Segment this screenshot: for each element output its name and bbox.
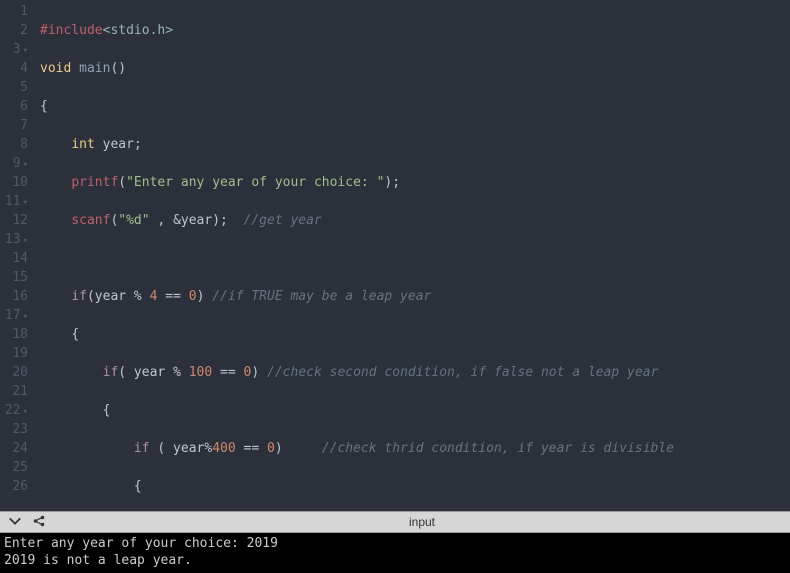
indent [40, 213, 71, 228]
code-token: ) [197, 289, 213, 304]
line-number: 1 [4, 2, 28, 21]
code-token: if [71, 289, 87, 304]
line-number: 25 [4, 458, 28, 477]
code-token: <stdio.h> [103, 23, 173, 38]
code-token: year; [95, 137, 142, 152]
indent [40, 403, 103, 418]
line-number: 15 [4, 268, 28, 287]
line-number: 19 [4, 344, 28, 363]
code-token: #include [40, 23, 103, 38]
code-token: "%d" [118, 213, 149, 228]
line-number: 24 [4, 439, 28, 458]
code-token: == [212, 365, 243, 380]
code-token: { [134, 479, 142, 494]
code-token: { [71, 327, 79, 342]
console-line: 2019 is not a leap year. [4, 552, 786, 569]
code-token: //check second condition, if false not a… [267, 365, 658, 380]
line-number[interactable]: 9 [4, 154, 28, 173]
chevron-down-icon[interactable] [8, 514, 22, 531]
line-number: 23 [4, 420, 28, 439]
line-number: 2 [4, 21, 28, 40]
code-token: , &year); [150, 213, 244, 228]
code-token: scanf [71, 213, 110, 228]
code-token: printf [71, 175, 118, 190]
code-token: main [71, 61, 110, 76]
line-number: 20 [4, 363, 28, 382]
code-token: { [103, 403, 111, 418]
console-toolbar: input [0, 511, 790, 533]
code-token: ( year% [150, 441, 213, 456]
line-number[interactable]: 11 [4, 192, 28, 211]
line-number[interactable]: 22 [4, 401, 28, 420]
line-number: 5 [4, 78, 28, 97]
line-number: 8 [4, 135, 28, 154]
share-icon[interactable] [32, 514, 46, 531]
line-number-gutter: 1 2 3 4 5 6 7 8 9 10 11 12 13 14 15 16 1… [0, 0, 36, 511]
code-token: //if TRUE may be a leap year [212, 289, 431, 304]
indent [40, 365, 103, 380]
code-token: == [157, 289, 188, 304]
code-token: 100 [189, 365, 212, 380]
line-number: 18 [4, 325, 28, 344]
code-token: ); [384, 175, 400, 190]
line-number: 6 [4, 97, 28, 116]
line-number: 12 [4, 211, 28, 230]
code-token: if [134, 441, 150, 456]
line-number: 14 [4, 249, 28, 268]
line-number: 4 [4, 59, 28, 78]
code-token: //check thrid condition, if year is divi… [322, 441, 682, 456]
code-token: 0 [189, 289, 197, 304]
code-token: if [103, 365, 119, 380]
code-token: ) [251, 365, 267, 380]
line-number: 26 [4, 477, 28, 496]
code-token: == [236, 441, 267, 456]
code-token: ( [118, 175, 126, 190]
code-token: 0 [267, 441, 275, 456]
code-token: ) [275, 441, 322, 456]
code-token: 400 [212, 441, 235, 456]
code-area[interactable]: #include<stdio.h> void main() { int year… [36, 0, 790, 511]
console-output[interactable]: Enter any year of your choice: 2019 2019… [0, 533, 790, 573]
indent [40, 479, 134, 494]
code-token: () [110, 61, 126, 76]
line-number: 10 [4, 173, 28, 192]
console-line: Enter any year of your choice: 2019 [4, 535, 786, 552]
code-token: //get year [244, 213, 322, 228]
line-number: 16 [4, 287, 28, 306]
indent [40, 327, 71, 342]
line-number: 7 [4, 116, 28, 135]
code-token: int [71, 137, 94, 152]
code-token: void [40, 61, 71, 76]
code-token: "Enter any year of your choice: " [126, 175, 384, 190]
code-editor[interactable]: 1 2 3 4 5 6 7 8 9 10 11 12 13 14 15 16 1… [0, 0, 790, 511]
code-token: { [40, 99, 48, 114]
code-token: (year % [87, 289, 150, 304]
line-number: 21 [4, 382, 28, 401]
code-token: ( year % [118, 365, 188, 380]
line-number[interactable]: 13 [4, 230, 28, 249]
line-number[interactable]: 17 [4, 306, 28, 325]
indent [40, 289, 71, 304]
indent [40, 175, 71, 190]
line-number[interactable]: 3 [4, 40, 28, 59]
console-tab-label: input [54, 515, 790, 529]
indent [40, 137, 71, 152]
indent [40, 441, 134, 456]
